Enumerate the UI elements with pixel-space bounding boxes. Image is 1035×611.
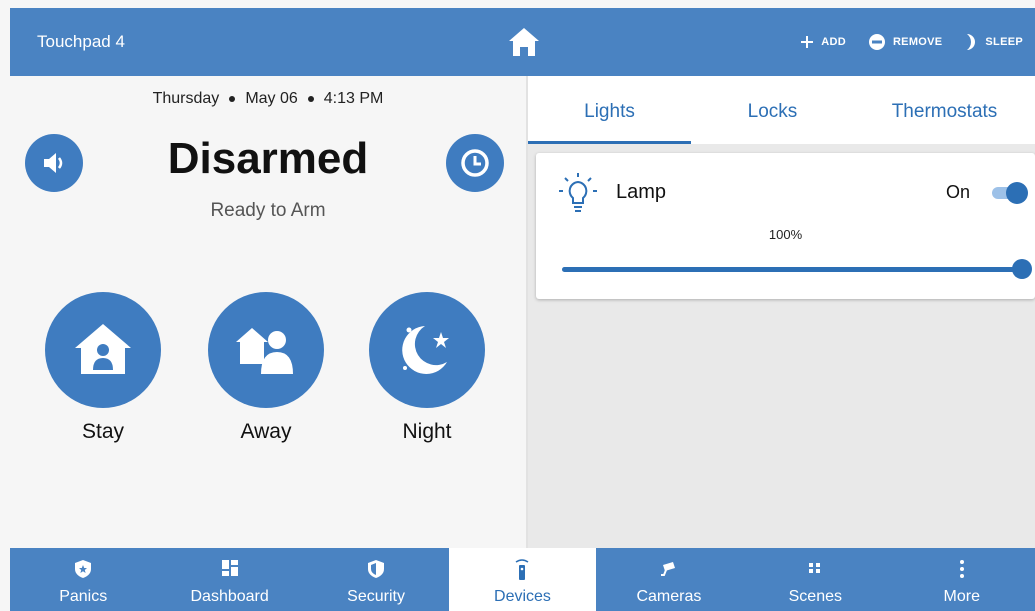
device-title: Touchpad 4 <box>37 32 125 51</box>
light-state-label: On <box>946 182 971 202</box>
date-time: Thursday May 06 4:13 PM <box>10 90 526 108</box>
time-label: 4:13 PM <box>323 90 384 107</box>
tab-thermostats[interactable]: Thermostats <box>854 76 1035 144</box>
light-name: Lamp <box>616 181 667 203</box>
add-label: ADD <box>821 36 846 48</box>
scenes-icon <box>809 563 821 573</box>
clock-icon <box>461 149 489 177</box>
separator-dot <box>307 95 314 102</box>
away-button[interactable] <box>208 292 324 408</box>
plus-icon <box>801 36 814 48</box>
separator-dot <box>229 95 236 102</box>
moon-icon <box>967 34 976 50</box>
header-actions: ADD REMOVE SLEEP <box>800 8 1035 76</box>
timer-button[interactable] <box>446 134 504 192</box>
nav-security-label: Security <box>347 588 405 605</box>
sleep-label: SLEEP <box>985 36 1023 48</box>
date-label: May 06 <box>245 90 298 107</box>
sleep-button[interactable]: SLEEP <box>964 33 1023 51</box>
tab-locks[interactable]: Locks <box>691 76 854 144</box>
remove-label: REMOVE <box>892 36 943 48</box>
minus-circle-icon <box>868 34 885 50</box>
top-bar: Touchpad 4 ADD REMOVE SLEEP <box>10 8 1035 76</box>
stay-label: Stay <box>81 420 125 443</box>
remote-icon <box>516 559 529 580</box>
nav-scenes-label: Scenes <box>788 588 842 605</box>
device-tabs: Lights Locks Thermostats <box>528 76 1035 144</box>
shield-star-icon <box>75 560 92 578</box>
slider-thumb[interactable] <box>1012 259 1032 279</box>
tab-lights[interactable]: Lights <box>528 76 691 144</box>
bottom-nav: Panics Dashboard Security Devices Camera… <box>10 548 1035 611</box>
camera-icon <box>660 562 675 576</box>
night-label: Night <box>402 420 452 443</box>
security-panel: Thursday May 06 4:13 PM Disarmed Ready to … <box>10 76 526 548</box>
arm-substatus: Ready to Arm <box>210 200 326 221</box>
nav-panics[interactable]: Panics <box>10 548 156 611</box>
nav-panics-label: Panics <box>59 588 108 605</box>
add-button[interactable]: ADD <box>800 35 846 49</box>
away-label: Away <box>240 420 292 443</box>
home-person-icon <box>75 324 131 374</box>
devices-panel: Lights Locks Thermostats Lamp On 100% <box>528 76 1035 548</box>
nav-security[interactable]: Security <box>303 548 449 611</box>
nav-more-label: More <box>943 588 980 605</box>
nav-devices-label: Devices <box>494 588 551 605</box>
nav-cameras-label: Cameras <box>636 588 702 605</box>
home-icon[interactable] <box>506 24 542 60</box>
light-level-label: 100% <box>768 227 803 242</box>
light-card: Lamp On 100% <box>536 153 1035 299</box>
person-leaving-icon <box>236 328 293 374</box>
toggle-knob <box>1006 182 1028 204</box>
light-toggle[interactable] <box>992 180 1028 204</box>
slider-fill <box>562 267 1022 272</box>
moon-stars-icon <box>402 326 449 374</box>
night-button[interactable] <box>369 292 485 408</box>
nav-cameras[interactable]: Cameras <box>596 548 742 611</box>
nav-more[interactable]: More <box>889 548 1035 611</box>
day-label: Thursday <box>152 90 220 107</box>
more-vertical-icon <box>959 560 964 578</box>
nav-dashboard[interactable]: Dashboard <box>156 548 302 611</box>
nav-devices[interactable]: Devices <box>449 548 596 611</box>
dashboard-grid-icon <box>221 560 238 576</box>
brightness-slider[interactable] <box>562 257 1032 281</box>
lightbulb-icon <box>556 171 600 220</box>
shield-icon <box>368 560 385 578</box>
nav-scenes[interactable]: Scenes <box>742 548 888 611</box>
remove-button[interactable]: REMOVE <box>868 33 942 51</box>
stay-button[interactable] <box>45 292 161 408</box>
nav-dashboard-label: Dashboard <box>190 588 269 605</box>
